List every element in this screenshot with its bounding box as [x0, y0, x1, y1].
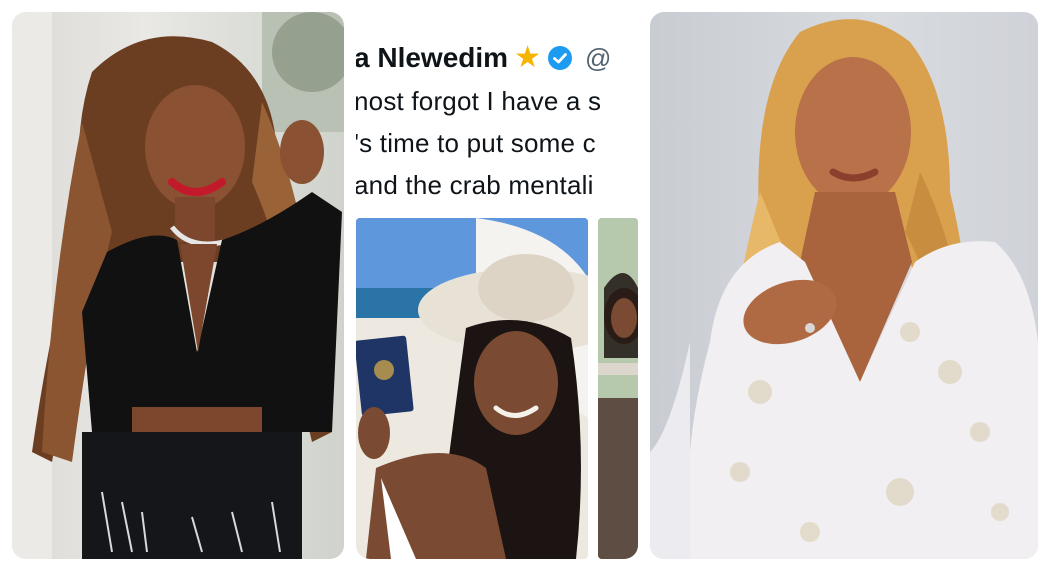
tweet-author-name: a Nlewedim: [356, 42, 509, 73]
tweet-text-line-3: and the crab mentali: [356, 170, 594, 200]
tweet-photo-side: [598, 218, 638, 559]
woman-white-dress-image: [650, 19, 1038, 559]
woman-black-outfit-image: [12, 12, 344, 559]
tweet-text-line-1: nost forgot I have a s: [356, 86, 602, 116]
tweet-text-line-2: 's time to put some c: [356, 128, 596, 158]
right-photo: [650, 12, 1038, 559]
verified-badge-icon: [547, 46, 572, 70]
left-photo: [12, 12, 344, 559]
tweet-handle: @: [584, 42, 612, 73]
tweet-screenshot: a Nlewedim ★ @ nost forgot I have a s 's…: [356, 12, 638, 559]
woman-sunhat-passport-image: [356, 218, 588, 559]
tweet-photo-main: [356, 218, 588, 559]
passport-page-image: [598, 218, 638, 559]
tweet-header: a Nlewedim ★ @: [356, 42, 611, 74]
star-emoji-icon: ★: [514, 41, 541, 74]
